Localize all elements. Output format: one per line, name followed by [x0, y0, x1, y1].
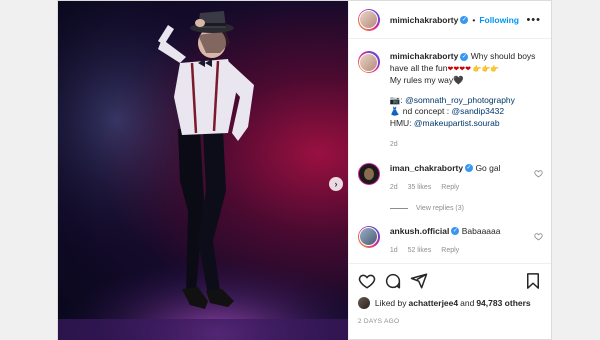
instagram-post: › mimichakraborty ✓ • Following ••• mimic…: [57, 0, 552, 340]
likes-summary: Liked by achatterjee4 and 94,783 others: [357, 297, 531, 309]
verified-badge-icon: ✓: [460, 16, 469, 25]
likes-others-count[interactable]: 94,783 others: [476, 298, 530, 308]
comment-bubble-icon[interactable]: [384, 272, 402, 290]
like-comment-heart-icon[interactable]: [534, 169, 543, 178]
share-paper-plane-icon[interactable]: [410, 272, 428, 290]
comment-item: ankush.official ✓ Babaaaaa 1d 52 likes Re…: [349, 225, 551, 256]
caption-username[interactable]: mimichakraborty: [390, 51, 459, 61]
verified-badge-icon: ✓: [460, 52, 469, 61]
next-photo-button[interactable]: ›: [329, 177, 343, 191]
comment-age: 2d: [389, 183, 398, 191]
caption-emojis: ❤❤❤❤ 👉👉👉: [447, 65, 500, 73]
reply-button[interactable]: Reply: [441, 184, 459, 191]
caption-text-line2: have all the fun: [389, 62, 448, 73]
dress-emoji: 👗: [389, 106, 401, 116]
comment-likes[interactable]: 52 likes: [408, 247, 432, 254]
comment-likes[interactable]: 35 likes: [408, 184, 432, 191]
liker-username[interactable]: achatterjee4: [409, 298, 459, 308]
post-side-panel: mimichakraborty ✓ • Following ••• mimicha…: [347, 1, 551, 340]
credit-photographer-link[interactable]: : @somnath_roy_photography: [400, 95, 514, 105]
credit-concept-label: nd concept :: [402, 106, 452, 116]
credit-concept-link[interactable]: @sandip3432: [451, 106, 504, 116]
post-action-bar: [348, 263, 551, 297]
caption-age: 2d: [389, 141, 398, 148]
likes-and-label: and: [460, 298, 475, 308]
like-heart-icon[interactable]: [358, 272, 376, 290]
credit-hmu-link[interactable]: @makeupartist.sourab: [414, 118, 500, 128]
commenter-avatar[interactable]: [357, 225, 380, 248]
photo-illustration: [58, 1, 348, 340]
more-horizontal-icon[interactable]: •••: [526, 14, 541, 26]
divider: [389, 207, 408, 209]
author-username[interactable]: mimichakraborty ✓: [390, 15, 469, 25]
verified-badge-icon: ✓: [451, 227, 460, 236]
camera-emoji: 📷: [389, 94, 401, 105]
post-timestamp: 2 DAYS AGO: [357, 318, 400, 325]
caption-avatar[interactable]: [357, 51, 380, 73]
comment-text: Babaaaaa: [461, 225, 501, 236]
reply-button[interactable]: Reply: [441, 247, 459, 254]
separator-dot: •: [472, 14, 476, 25]
comment-username[interactable]: iman_chakraborty: [390, 163, 463, 173]
save-bookmark-icon[interactable]: [524, 272, 542, 290]
author-avatar[interactable]: [357, 8, 380, 31]
like-comment-heart-icon[interactable]: [534, 232, 543, 241]
view-replies-button[interactable]: View replies (3): [389, 205, 551, 212]
post-caption: mimichakraborty ✓ Why should boys have al…: [349, 39, 551, 151]
post-header: mimichakraborty ✓ • Following •••: [348, 1, 551, 39]
commenter-avatar[interactable]: [357, 162, 380, 185]
comment-username[interactable]: ankush.official: [390, 226, 450, 236]
verified-badge-icon: ✓: [465, 164, 474, 173]
comment-text: Go gal: [475, 162, 501, 173]
caption-text-line1: Why should boys: [470, 51, 536, 61]
liked-by-label: Liked by: [374, 298, 407, 308]
following-button[interactable]: Following: [479, 15, 519, 25]
post-photo[interactable]: ›: [58, 1, 348, 340]
comment-age: 1d: [389, 246, 398, 254]
black-heart-emoji: 🖤: [453, 75, 464, 85]
comment-item: iman_chakraborty ✓ Go gal 2d 35 likes Rep…: [349, 162, 551, 193]
credit-hmu-label: HMU:: [389, 117, 414, 128]
liker-avatar[interactable]: [357, 297, 370, 309]
caption-text-line3: My rules my way: [389, 75, 454, 85]
